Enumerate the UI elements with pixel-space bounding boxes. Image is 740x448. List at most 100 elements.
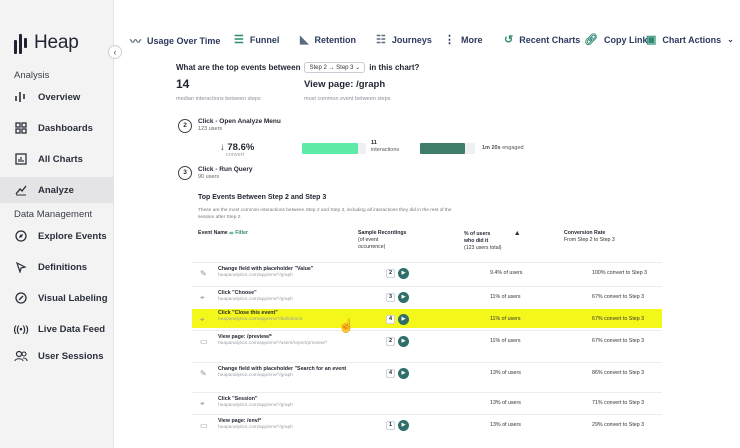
engaged-bar — [420, 143, 465, 154]
sample-recordings[interactable]: 2 ▶ — [386, 268, 409, 279]
chart-actions-button[interactable]: ▣ Chart Actions ⌄ — [646, 33, 734, 46]
sidebar-item-analyze[interactable]: Analyze — [0, 177, 114, 203]
heap-logo[interactable]: Heap — [14, 32, 79, 54]
engaged-text: 1m 20s engaged — [482, 145, 524, 151]
section-title: Top Events Between Step 2 and Step 3 — [198, 194, 327, 201]
play-icon[interactable]: ▶ — [398, 336, 409, 347]
event-name-text: Click "Session" — [218, 396, 258, 402]
live-feed-icon: ((•)) — [13, 324, 29, 334]
explore-icon — [14, 229, 28, 243]
sample-recordings[interactable]: 4 ▶ — [386, 368, 409, 379]
event-name: Click "Choose" heapanalytics.com/app/env… — [218, 290, 368, 303]
col-percent-users[interactable]: % of users ▲ who did it (123 users total… — [464, 230, 521, 252]
event-url: heapanalytics.com/app/env/*/graph — [218, 402, 293, 408]
collapse-sidebar-button[interactable]: ‹ — [108, 45, 122, 59]
page-icon: ▭ — [200, 421, 208, 430]
journeys-button[interactable]: ☷ Journeys — [376, 33, 432, 46]
engaged-time: 1m 20s — [482, 145, 501, 151]
conversion-rate: 67% convert to Step 3 — [592, 338, 645, 344]
percent-users: 13% of users — [490, 400, 521, 406]
sample-recordings[interactable]: 3 ▶ — [386, 292, 409, 303]
event-url: heapanalytics.com/app/env/*/graph — [218, 272, 293, 278]
table-row[interactable]: ▭ View page: /env/* heapanalytics.com/ap… — [192, 414, 662, 440]
recordings-count: 4 — [386, 315, 395, 324]
event-name-text: Change field with placeholder "Search fo… — [218, 366, 347, 372]
percent-users: 13% of users — [490, 422, 521, 428]
table-row[interactable]: ✎ Change field with placeholder "Value" … — [192, 262, 662, 288]
event-name: View page: /preview/* heapanalytics.com/… — [218, 334, 368, 347]
hand-cursor-icon: ☝ — [338, 318, 355, 333]
conversion-rate: 29% convert to Step 3 — [592, 422, 645, 428]
question-title: What are the top events between Step 2 →… — [176, 62, 419, 73]
retention-label: Retention — [314, 34, 356, 45]
table-row[interactable]: ▭ View page: /preview/* heapanalytics.co… — [192, 330, 662, 356]
sidebar-item-label: Visual Labeling — [38, 292, 108, 304]
sidebar-item-dashboards[interactable]: Dashboards — [0, 115, 114, 141]
percent-users: 11% of users — [490, 316, 521, 322]
step-2-users: 123 users — [198, 126, 223, 132]
history-icon: ↺ — [504, 34, 514, 46]
event-url: heapanalytics.com/app/env/*/users/report… — [218, 340, 328, 346]
data-management-section-label: Data Management — [14, 209, 93, 220]
col-recordings-sub2: occurrence) — [358, 244, 386, 250]
step-3-title: Click - Run Query — [198, 166, 253, 173]
sidebar-item-overview[interactable]: Overview — [0, 84, 114, 110]
event-name-text: Click "Choose" — [218, 290, 257, 296]
play-icon[interactable]: ▶ — [398, 368, 409, 379]
definitions-icon — [14, 260, 28, 274]
sidebar-item-all-charts[interactable]: All Charts — [0, 146, 114, 172]
sidebar-item-explore-events[interactable]: Explore Events — [0, 223, 114, 249]
usage-over-time-label: Usage Over Time — [147, 36, 221, 46]
col-conversion-rate: Conversion Rate From Step 2 to Step 3 — [564, 230, 615, 244]
sidebar-item-label: Live Data Feed — [38, 323, 106, 335]
sample-recordings[interactable]: 2 ▶ — [386, 336, 409, 347]
sidebar-item-visual-labeling[interactable]: Visual Labeling — [0, 285, 114, 311]
copy-link-button[interactable]: 🔗︎ Copy Link — [584, 33, 647, 46]
sidebar-item-user-sessions[interactable]: User Sessions — [0, 343, 114, 369]
col-conv-sub: From Step 2 to Step 3 — [564, 237, 615, 243]
interactions-count: 11 — [371, 140, 377, 146]
user-sessions-icon — [14, 349, 28, 363]
filter-button[interactable]: ⚌ Filter — [229, 230, 248, 236]
conversion-rate: 71% convert to Step 3 — [592, 400, 645, 406]
play-icon[interactable]: ▶ — [398, 268, 409, 279]
interactions-label: interactions — [371, 147, 400, 153]
sample-recordings[interactable]: 1 ▶ — [386, 420, 409, 431]
app-name: Heap — [34, 32, 79, 53]
col-event-label: Event Name — [198, 230, 228, 236]
sort-asc-icon: ▲ — [513, 230, 521, 237]
usage-over-time-button[interactable]: 〰 Usage Over Time — [130, 33, 220, 49]
sidebar-item-label: Explore Events — [38, 230, 107, 242]
play-icon[interactable]: ▶ — [398, 314, 409, 325]
conversion-rate: 86% convert to Step 3 — [592, 370, 645, 376]
col-users-sub1: who did it — [464, 238, 489, 244]
event-name: Change field with placeholder "Value" he… — [218, 266, 368, 279]
sample-recordings[interactable]: 4 ▶ — [386, 314, 409, 325]
recent-charts-button[interactable]: ↺ Recent Charts — [504, 33, 580, 46]
sidebar-item-definitions[interactable]: Definitions — [0, 254, 114, 280]
link-icon: 🔗︎ — [584, 34, 598, 46]
dashboards-icon — [14, 121, 28, 135]
play-icon[interactable]: ▶ — [398, 420, 409, 431]
top-event-caption: most common event between steps — [304, 96, 391, 102]
question-suffix: in this chart? — [369, 63, 420, 72]
sidebar-item-live-data-feed[interactable]: ((•)) Live Data Feed — [0, 316, 114, 342]
click-icon: ⌖ — [200, 293, 205, 302]
percent-users: 11% of users — [490, 338, 521, 344]
play-icon[interactable]: ▶ — [398, 292, 409, 303]
recordings-count: 4 — [386, 369, 395, 378]
more-button[interactable]: ⋮ More — [444, 33, 483, 46]
retention-button[interactable]: ◣ Retention — [300, 33, 356, 46]
event-url: heapanalytics.com/app/env/*/graph — [218, 296, 293, 302]
sidebar-item-label: Definitions — [38, 261, 88, 273]
table-row[interactable]: ⌖ Click "Close this event" heapanalytics… — [192, 309, 662, 328]
funnel-button[interactable]: ☰ Funnel — [234, 33, 279, 46]
table-row[interactable]: ✎ Change field with placeholder "Search … — [192, 362, 662, 388]
chart-actions-label: Chart Actions — [662, 34, 722, 45]
step-range-select[interactable]: Step 2 → Step 3 ⌄ — [304, 62, 366, 73]
recordings-count: 2 — [386, 337, 395, 346]
engaged-label: engaged — [502, 145, 524, 151]
event-name-text: Click "Close this event" — [218, 310, 278, 316]
median-interactions-value: 14 — [176, 77, 190, 91]
page-icon: ▭ — [200, 337, 208, 346]
